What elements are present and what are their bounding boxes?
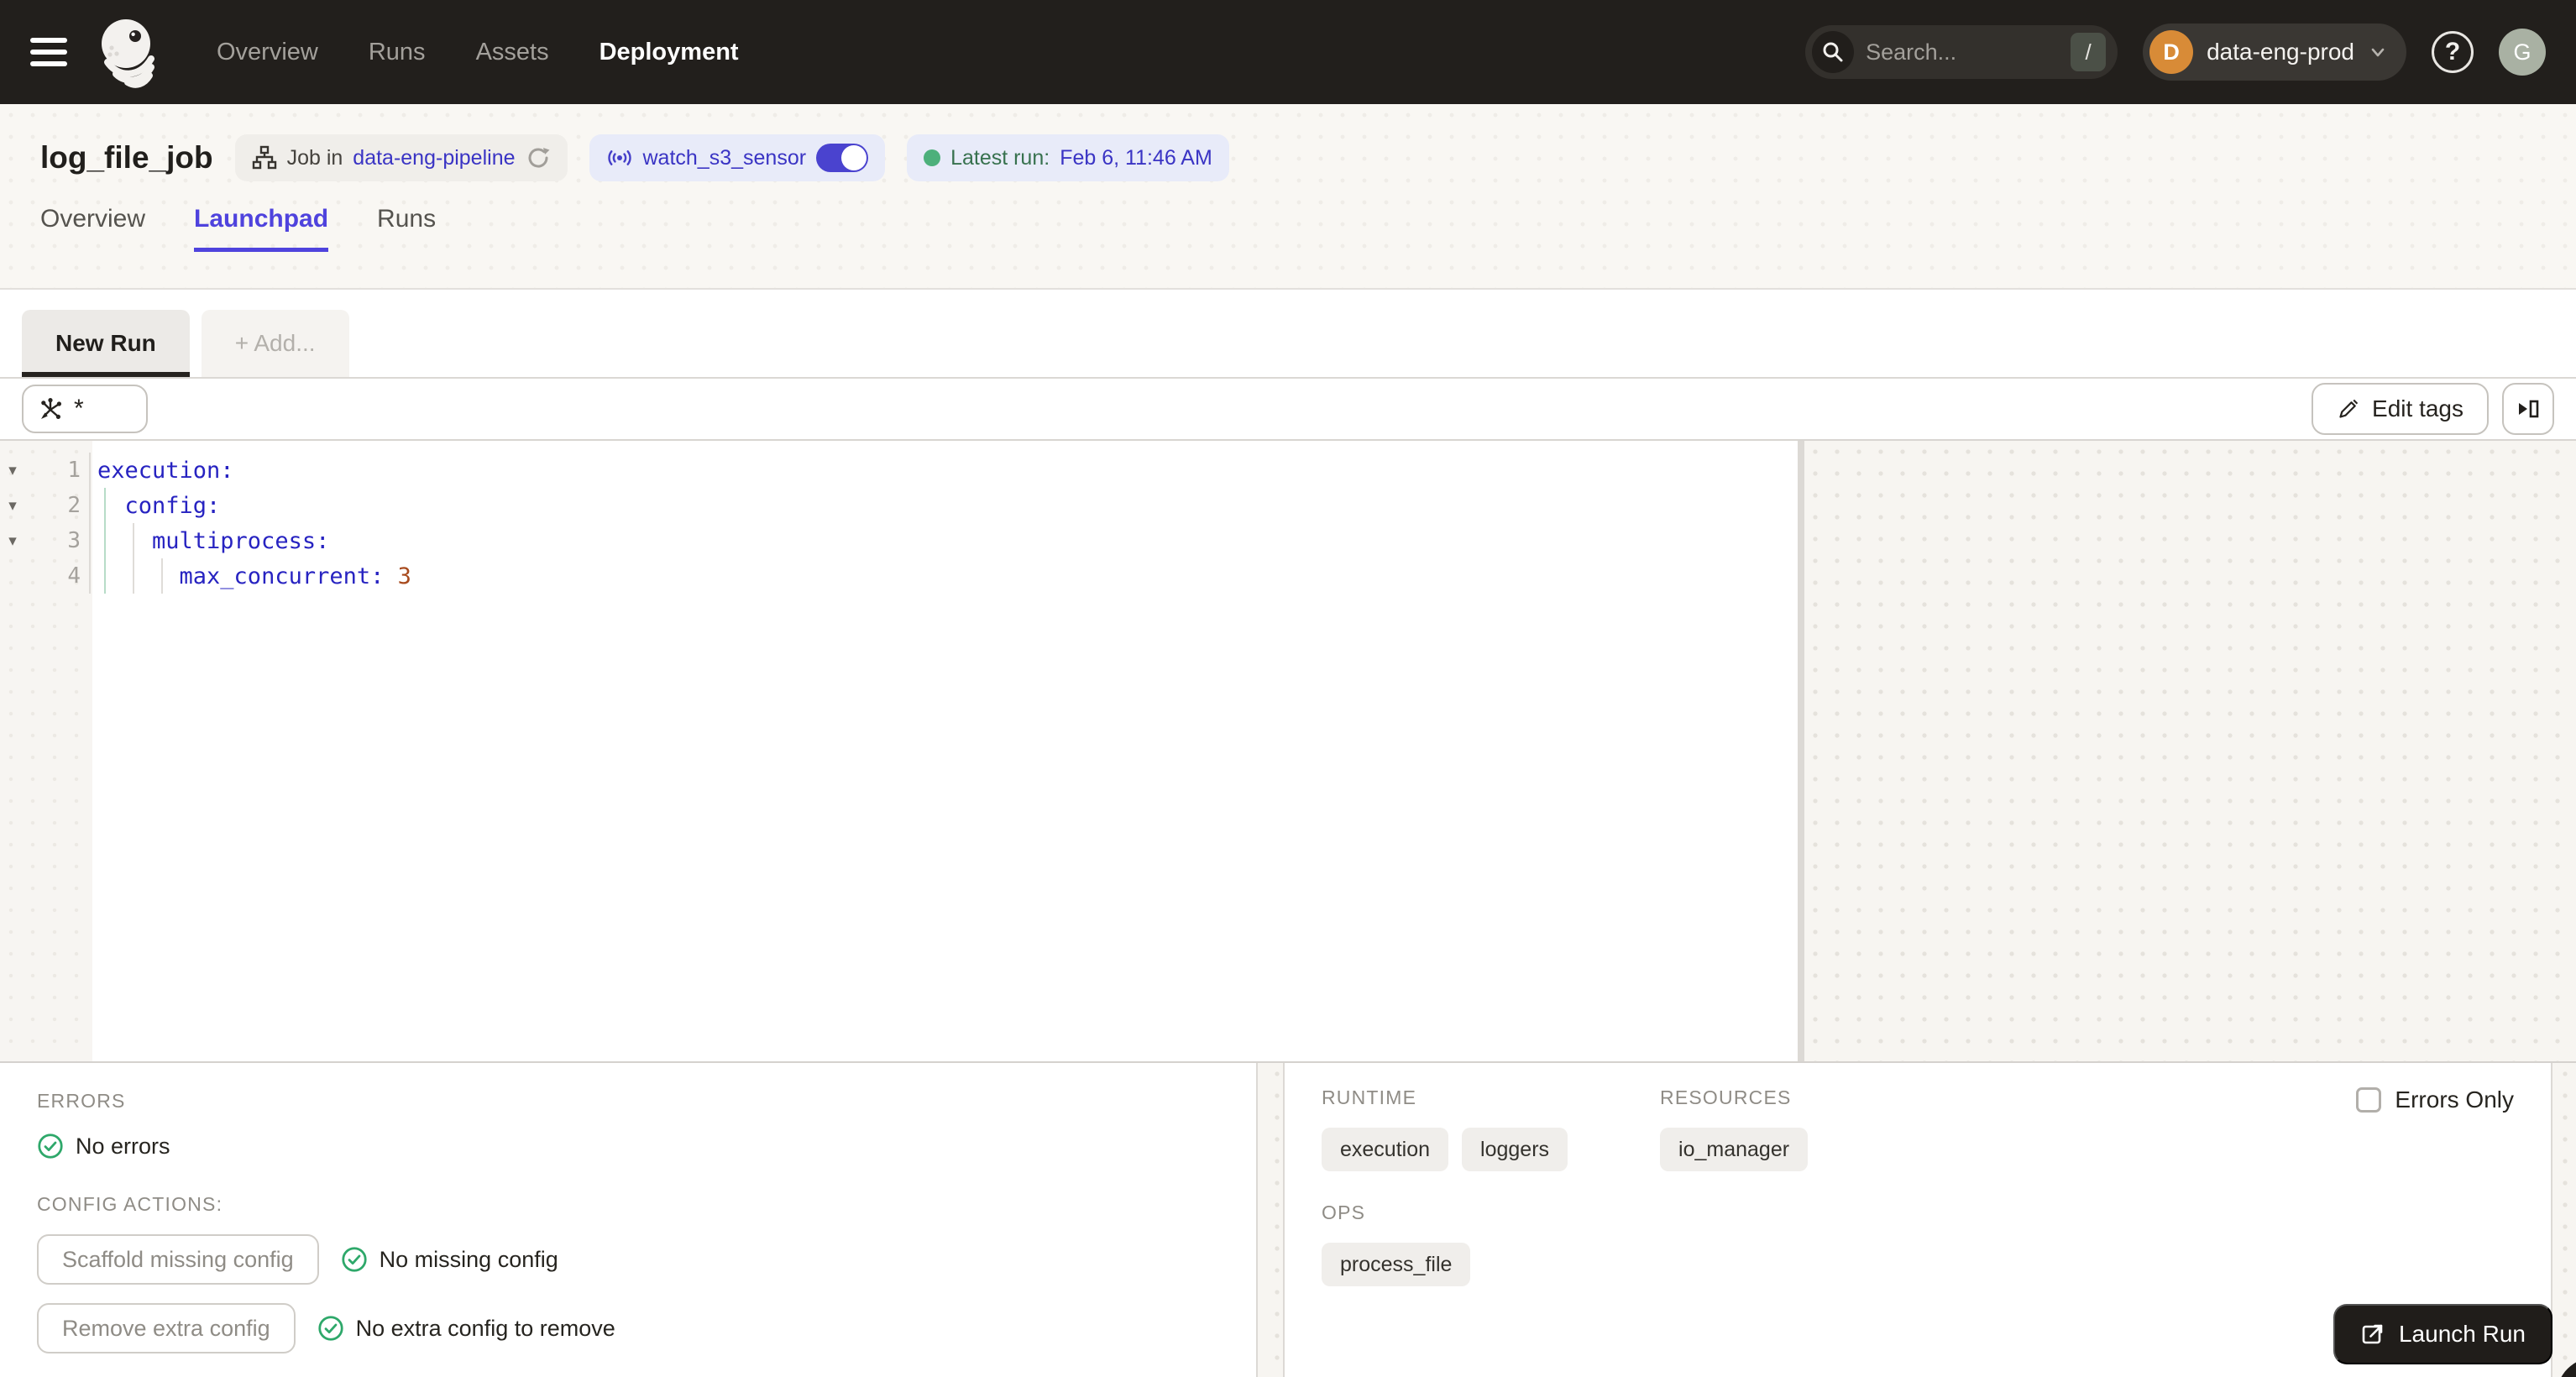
check-circle-icon xyxy=(318,1316,343,1341)
check-circle-icon xyxy=(342,1247,367,1272)
line-number: 4 xyxy=(67,563,81,589)
fold-arrow-icon[interactable]: ▾ xyxy=(0,461,25,480)
launch-icon xyxy=(2362,1324,2383,1344)
op-selector-input[interactable]: * xyxy=(22,385,148,433)
runtime-heading: RUNTIME xyxy=(1322,1086,1417,1108)
errors-only-control: Errors Only xyxy=(2356,1086,2514,1113)
op-tag[interactable]: process_file xyxy=(1322,1243,1471,1286)
launchpad-main: ▾ 1 execution: ▾ 2 config: ▾ 3 multiproc… xyxy=(0,439,2576,1377)
code-line: 4 max_concurrent: 3 xyxy=(0,558,1798,594)
nav-item-deployment[interactable]: Deployment xyxy=(599,39,739,66)
scaffold-missing-config-button[interactable]: Scaffold missing config xyxy=(37,1234,319,1285)
top-navbar: Overview Runs Assets Deployment Search..… xyxy=(0,0,2576,104)
job-tag-prefix: Job in xyxy=(286,145,343,170)
tab-runs[interactable]: Runs xyxy=(377,205,436,250)
tab-launchpad[interactable]: Launchpad xyxy=(194,205,329,252)
resources-heading: RESOURCES xyxy=(1660,1086,1792,1108)
search-shortcut-badge: / xyxy=(2071,33,2107,71)
search-icon xyxy=(1812,31,1855,73)
code-line: ▾ 3 multiprocess: xyxy=(0,523,1798,558)
remove-status-text: No extra config to remove xyxy=(355,1315,615,1341)
errors-panel: ERRORS No errors CONFIG ACTIONS: Scaffol… xyxy=(0,1063,1258,1377)
yaml-key: multiprocess: xyxy=(152,527,330,554)
yaml-value: 3 xyxy=(397,563,411,589)
fold-arrow-icon[interactable]: ▾ xyxy=(0,496,25,516)
fold-arrow-icon[interactable]: ▾ xyxy=(0,531,25,551)
launchpad-session-strip: New Run + Add... xyxy=(0,290,2576,379)
pipeline-link[interactable]: data-eng-pipeline xyxy=(353,146,515,170)
op-selector-value: * xyxy=(74,395,84,422)
open-right-panel-button[interactable] xyxy=(2502,383,2554,435)
yaml-key: config: xyxy=(124,492,221,519)
job-location-tag: Job in data-eng-pipeline xyxy=(234,134,568,181)
page-title: log_file_job xyxy=(40,140,213,175)
code-line: ▾ 2 config: xyxy=(0,488,1798,523)
pencil-icon xyxy=(2339,399,2359,418)
config-actions-heading: CONFIG ACTIONS: xyxy=(37,1193,223,1215)
errors-only-label: Errors Only xyxy=(2395,1086,2514,1113)
remove-extra-config-button[interactable]: Remove extra config xyxy=(37,1303,296,1353)
runtime-tag[interactable]: loggers xyxy=(1462,1128,1568,1171)
resources-section: RESOURCES io_manager xyxy=(1660,1086,1809,1171)
dagster-logo-icon[interactable] xyxy=(89,12,170,92)
editor-preview-divider[interactable] xyxy=(1798,441,1804,1061)
session-tab-new-run[interactable]: New Run xyxy=(22,310,190,377)
edit-tags-label: Edit tags xyxy=(2372,395,2463,421)
nav-item-assets[interactable]: Assets xyxy=(476,39,549,66)
nav-item-overview[interactable]: Overview xyxy=(217,39,318,66)
latest-run-tag: Latest run: Feb 6, 11:46 AM xyxy=(907,134,1229,181)
workspace-name: data-eng-prod xyxy=(2207,39,2354,65)
errors-only-checkbox[interactable] xyxy=(2356,1087,2382,1113)
latest-run-label: Latest run: xyxy=(950,145,1050,170)
line-number: 1 xyxy=(67,458,81,483)
run-status-dot xyxy=(924,149,941,166)
hamburger-menu-icon[interactable] xyxy=(30,38,67,66)
code-line: ▾ 1 execution: xyxy=(0,453,1798,488)
workspace-switcher[interactable]: D data-eng-prod xyxy=(2143,24,2406,81)
workspace-avatar: D xyxy=(2149,30,2194,74)
launchpad-toolbar: * Edit tags xyxy=(0,379,2576,439)
navbar-right-group: Search... / D data-eng-prod ? G xyxy=(1805,24,2546,81)
config-code-editor[interactable]: ▾ 1 execution: ▾ 2 config: ▾ 3 multiproc… xyxy=(0,441,1798,1061)
line-number: 3 xyxy=(67,528,81,553)
expand-panel-icon xyxy=(2519,400,2539,418)
latest-run-link[interactable]: Feb 6, 11:46 AM xyxy=(1060,146,1212,170)
errors-status-text: No errors xyxy=(76,1133,170,1159)
session-tab-add[interactable]: + Add... xyxy=(201,310,349,377)
launchpad-footer: ERRORS No errors CONFIG ACTIONS: Scaffol… xyxy=(0,1061,2576,1377)
launch-run-button[interactable]: Launch Run xyxy=(2333,1304,2552,1364)
nav-item-runs[interactable]: Runs xyxy=(369,39,426,66)
scaffold-status-text: No missing config xyxy=(379,1246,558,1272)
job-graph-icon xyxy=(252,145,276,170)
yaml-key: execution: xyxy=(97,457,234,484)
sensor-link[interactable]: watch_s3_sensor xyxy=(643,146,807,170)
dagster-launchpad-page: Overview Runs Assets Deployment Search..… xyxy=(0,0,2576,1377)
refresh-icon[interactable] xyxy=(526,145,551,170)
yaml-key: max_concurrent: xyxy=(179,563,385,589)
sensor-toggle[interactable] xyxy=(816,144,869,172)
chevron-down-icon xyxy=(2371,48,2385,57)
search-input[interactable]: Search... / xyxy=(1805,25,2118,79)
runtime-tag[interactable]: execution xyxy=(1322,1128,1449,1171)
errors-heading: ERRORS xyxy=(37,1090,126,1112)
line-number: 2 xyxy=(67,493,81,518)
nav-links: Overview Runs Assets Deployment xyxy=(217,39,739,66)
job-tabs: Overview Launchpad Runs xyxy=(0,205,2576,252)
job-header: log_file_job Job in data-eng-pipeline wa… xyxy=(0,104,2576,290)
sensor-icon xyxy=(607,150,631,165)
tab-overview[interactable]: Overview xyxy=(40,205,145,250)
runtime-section: RUNTIME execution loggers xyxy=(1322,1086,1568,1171)
op-graph-icon xyxy=(41,398,61,419)
help-icon[interactable]: ? xyxy=(2432,31,2474,73)
ops-section: OPS process_file xyxy=(1322,1202,2514,1286)
check-circle-icon xyxy=(38,1134,63,1159)
launch-run-label: Launch Run xyxy=(2398,1321,2526,1347)
edit-tags-button[interactable]: Edit tags xyxy=(2312,383,2489,435)
user-avatar[interactable]: G xyxy=(2499,29,2546,76)
sensor-tag: watch_s3_sensor xyxy=(589,134,886,181)
search-placeholder: Search... xyxy=(1866,39,1957,65)
resource-tag[interactable]: io_manager xyxy=(1660,1128,1809,1171)
ops-heading: OPS xyxy=(1322,1202,1366,1223)
